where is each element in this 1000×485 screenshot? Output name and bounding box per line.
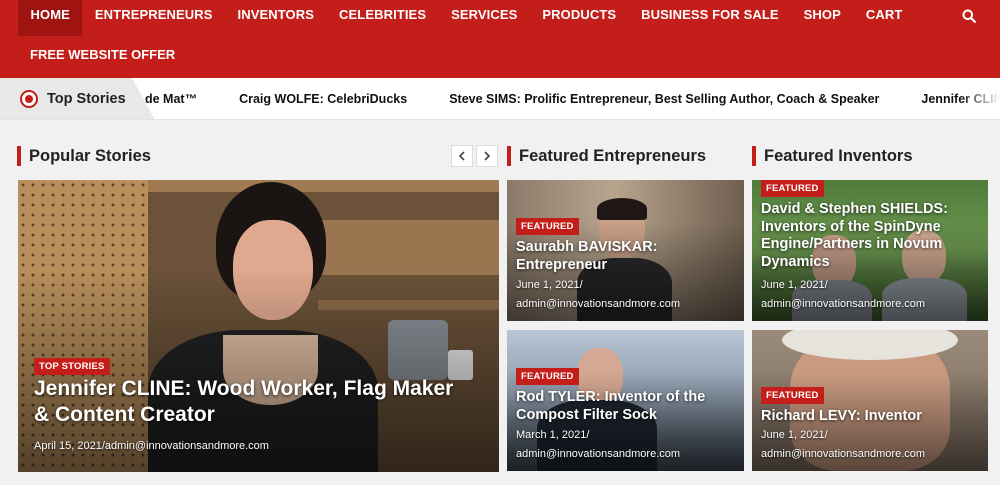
carousel-prev-button[interactable] (451, 145, 473, 167)
featured-badge[interactable]: FEATURED (761, 180, 824, 197)
card-author[interactable]: admin@innovationsandmore.com (761, 298, 925, 310)
story-title[interactable]: Jennifer CLINE: Wood Worker, Flag Maker … (34, 376, 454, 427)
card-title[interactable]: Saurabh BAVISKAR: Entrepreneur (516, 239, 731, 274)
featured-entrepreneurs-heading: Featured Entrepreneurs (507, 146, 706, 166)
card-title[interactable]: Rod TYLER: Inventor of the Compost Filte… (516, 389, 741, 424)
chevron-right-icon (484, 151, 491, 161)
card-date[interactable]: June 1, 2021/ (761, 429, 828, 441)
nav-row-secondary: FREE WEBSITE OFFER (30, 46, 175, 64)
chevron-left-icon (458, 151, 465, 161)
popular-stories-heading: Popular Stories (17, 146, 151, 166)
card-author[interactable]: admin@innovationsandmore.com (516, 448, 680, 460)
inventor-card[interactable]: FEATURED David & Stephen SHIELDS: Invent… (752, 180, 988, 321)
card-author[interactable]: admin@innovationsandmore.com (761, 448, 925, 460)
nav-free-website-offer[interactable]: FREE WEBSITE OFFER (30, 47, 175, 62)
main-nav: HOME ENTREPRENEURS INVENTORS CELEBRITIES… (0, 0, 1000, 78)
inventor-card[interactable]: FEATURED Richard LEVY: Inventor June 1, … (752, 330, 988, 471)
nav-products[interactable]: PRODUCTS (530, 0, 629, 36)
carousel-next-button[interactable] (476, 145, 498, 167)
image-shade (18, 180, 499, 472)
featured-badge[interactable]: FEATURED (516, 368, 579, 385)
nav-business-for-sale[interactable]: BUSINESS FOR SALE (629, 0, 792, 36)
card-date[interactable]: June 1, 2021/ (516, 279, 583, 291)
record-dot-icon (20, 90, 38, 108)
nav-home[interactable]: HOME (18, 0, 83, 36)
search-icon[interactable] (962, 9, 976, 23)
nav-services[interactable]: SERVICES (439, 0, 530, 36)
nav-inventors[interactable]: INVENTORS (225, 0, 327, 36)
nav-shop[interactable]: SHOP (791, 0, 853, 36)
entrepreneur-card[interactable]: FEATURED Rod TYLER: Inventor of the Comp… (507, 330, 744, 471)
ticker-item[interactable]: Steve SIMS: Prolific Entrepreneur, Best … (449, 92, 879, 106)
featured-badge[interactable]: FEATURED (516, 218, 579, 235)
card-title[interactable]: Richard LEVY: Inventor (761, 408, 983, 426)
popular-story-card[interactable]: TOP STORIES Jennifer CLINE: Wood Worker,… (18, 180, 499, 472)
card-date[interactable]: June 1, 2021/ (761, 279, 828, 291)
card-date[interactable]: March 1, 2021/ (516, 429, 589, 441)
story-meta[interactable]: April 15, 2021/admin@innovationsandmore.… (34, 440, 269, 452)
top-stories-badge[interactable]: TOP STORIES (34, 358, 110, 375)
ticker-items: de Mat™ Craig WOLFE: CelebriDucks Steve … (145, 78, 1000, 119)
nav-cart[interactable]: CART (853, 0, 915, 36)
nav-entrepreneurs[interactable]: ENTREPRENEURS (82, 0, 225, 36)
featured-inventors-heading: Featured Inventors (752, 146, 913, 166)
ticker-label: Top Stories (47, 91, 126, 107)
featured-badge[interactable]: FEATURED (761, 387, 824, 404)
card-author[interactable]: admin@innovationsandmore.com (516, 298, 680, 310)
ticker-item[interactable]: de Mat™ (145, 92, 197, 106)
entrepreneur-card[interactable]: FEATURED Saurabh BAVISKAR: Entrepreneur … (507, 180, 744, 321)
ticker-item[interactable]: Craig WOLFE: CelebriDucks (239, 92, 407, 106)
top-stories-ticker: de Mat™ Craig WOLFE: CelebriDucks Steve … (0, 78, 1000, 120)
nav-celebrities[interactable]: CELEBRITIES (327, 0, 439, 36)
nav-row-primary: HOME ENTREPRENEURS INVENTORS CELEBRITIES… (18, 0, 915, 36)
ticker-fade (960, 78, 1000, 119)
card-title[interactable]: David & Stephen SHIELDS: Inventors of th… (761, 201, 983, 272)
